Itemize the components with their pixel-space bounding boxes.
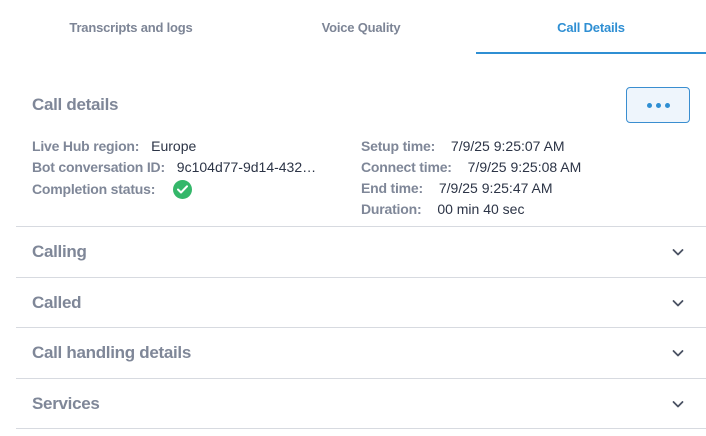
field-bot-conversation-id: Bot conversation ID: 9c104d77-9d14-432… [32,159,316,175]
field-duration: Duration: 00 min 40 sec [361,201,524,217]
chevron-down-icon [672,401,684,408]
accordion-call-handling-details[interactable]: Call handling details [16,328,706,378]
tab-bar: Transcripts and logs Voice Quality Call … [16,0,706,54]
field-setup-time: Setup time: 7/9/25 9:25:07 AM [361,138,565,154]
field-label: Completion status: [32,181,156,198]
more-horizontal-icon [646,102,652,108]
field-completion-status: Completion status: [32,180,193,200]
more-options-button[interactable] [626,87,690,123]
tab-voice-quality[interactable]: Voice Quality [246,0,476,54]
field-label: Duration: [361,201,422,217]
more-horizontal-icon-dot [664,102,670,108]
field-value: 9c104d77-9d14-432… [176,159,317,175]
field-label: Bot conversation ID: [32,159,165,175]
field-value: 7/9/25 9:25:47 AM [438,180,553,196]
field-value: 7/9/25 9:25:08 AM [467,159,582,175]
field-label: End time: [361,180,423,196]
chevron-down-icon [672,300,684,307]
accordion-label: Call handling details [32,343,192,362]
accordion-label: Calling [32,242,87,261]
call-details-title: Call details [32,95,119,114]
accordion-services[interactable]: Services [16,379,706,429]
accordion-label: Called [32,293,82,312]
more-horizontal-icon-dot [655,102,661,108]
field-end-time: End time: 7/9/25 9:25:47 AM [361,180,553,196]
field-value: Europe [151,138,197,154]
tab-call-details[interactable]: Call Details [476,0,706,54]
accordion-calling[interactable]: Calling [16,227,706,277]
field-label: Live Hub region: [32,138,140,154]
tab-transcripts-and-logs[interactable]: Transcripts and logs [16,0,246,54]
accordion-called[interactable]: Called [16,278,706,328]
active-tab-indicator [476,52,706,54]
check-mark-icon [177,185,189,194]
field-label: Connect time: [361,159,452,175]
field-label: Setup time: [361,138,436,154]
field-connect-time: Connect time: 7/9/25 9:25:08 AM [361,159,581,175]
chevron-down-icon [672,350,684,357]
field-value: 7/9/25 9:25:07 AM [450,138,565,154]
accordion-label: Services [32,394,100,413]
chevron-down-icon [672,249,684,256]
success-check-icon [173,180,193,199]
field-live-hub-region: Live Hub region: Europe [32,138,196,154]
field-value: 00 min 40 sec [437,201,525,217]
